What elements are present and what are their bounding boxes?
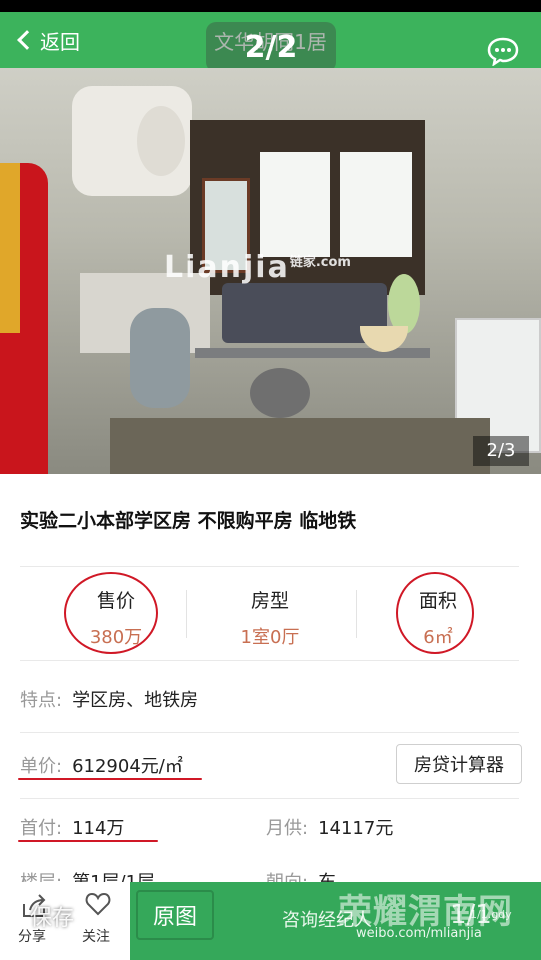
annotation-circle-price — [64, 572, 158, 654]
follow-label[interactable]: 关注 — [82, 926, 110, 946]
mortgage-calculator-button[interactable]: 房贷计算器 — [396, 744, 522, 784]
bottom-action-bar: 分享 关注 保存 原图 咨询经纪人 1/1 荣耀渭南网 weibo.com/ml… — [0, 882, 541, 960]
original-image-button[interactable]: 原图 — [136, 890, 214, 940]
small-watermark: 1/1.gdy — [470, 908, 512, 921]
photo-red-decoration — [0, 163, 48, 474]
weibo-watermark: weibo.com/mlianjia — [356, 926, 482, 941]
photo-cabbage — [388, 274, 420, 334]
heart-icon[interactable] — [84, 890, 112, 918]
listing-details: 实验二小本部学区房 不限购平房 临地铁 售价 380万 房型 1室0厅 面积 6… — [0, 474, 541, 893]
down-payment-row: 首付: 114万 — [20, 818, 125, 839]
photo-counter: 2/3 — [473, 436, 529, 466]
image-pager: 2/2 — [206, 22, 336, 72]
annotation-underline-unit-price — [18, 778, 202, 780]
unit-price-row: 单价: 612904元/㎡ — [20, 756, 183, 777]
save-overlay-label[interactable]: 保存 — [30, 900, 74, 932]
annotation-underline-down-payment — [18, 840, 158, 842]
listing-photo[interactable]: Lianjia链家.com 2/3 — [0, 68, 541, 474]
monthly-payment-row: 月供: 14117元 — [266, 818, 394, 839]
listing-title: 实验二小本部学区房 不限购平房 临地铁 — [20, 510, 357, 532]
photo-water-heater — [72, 86, 192, 196]
features-row: 特点: 学区房、地铁房 — [20, 690, 199, 711]
photo-watermark: Lianjia链家.com — [164, 250, 351, 285]
annotation-circle-area — [396, 572, 474, 654]
chat-icon[interactable] — [486, 36, 520, 66]
photo-gas-tank — [130, 308, 190, 408]
key-stats: 售价 380万 房型 1室0厅 面积 6㎡ — [0, 568, 541, 660]
photo-pot — [250, 368, 310, 418]
stat-layout: 房型 1室0厅 — [240, 590, 300, 648]
